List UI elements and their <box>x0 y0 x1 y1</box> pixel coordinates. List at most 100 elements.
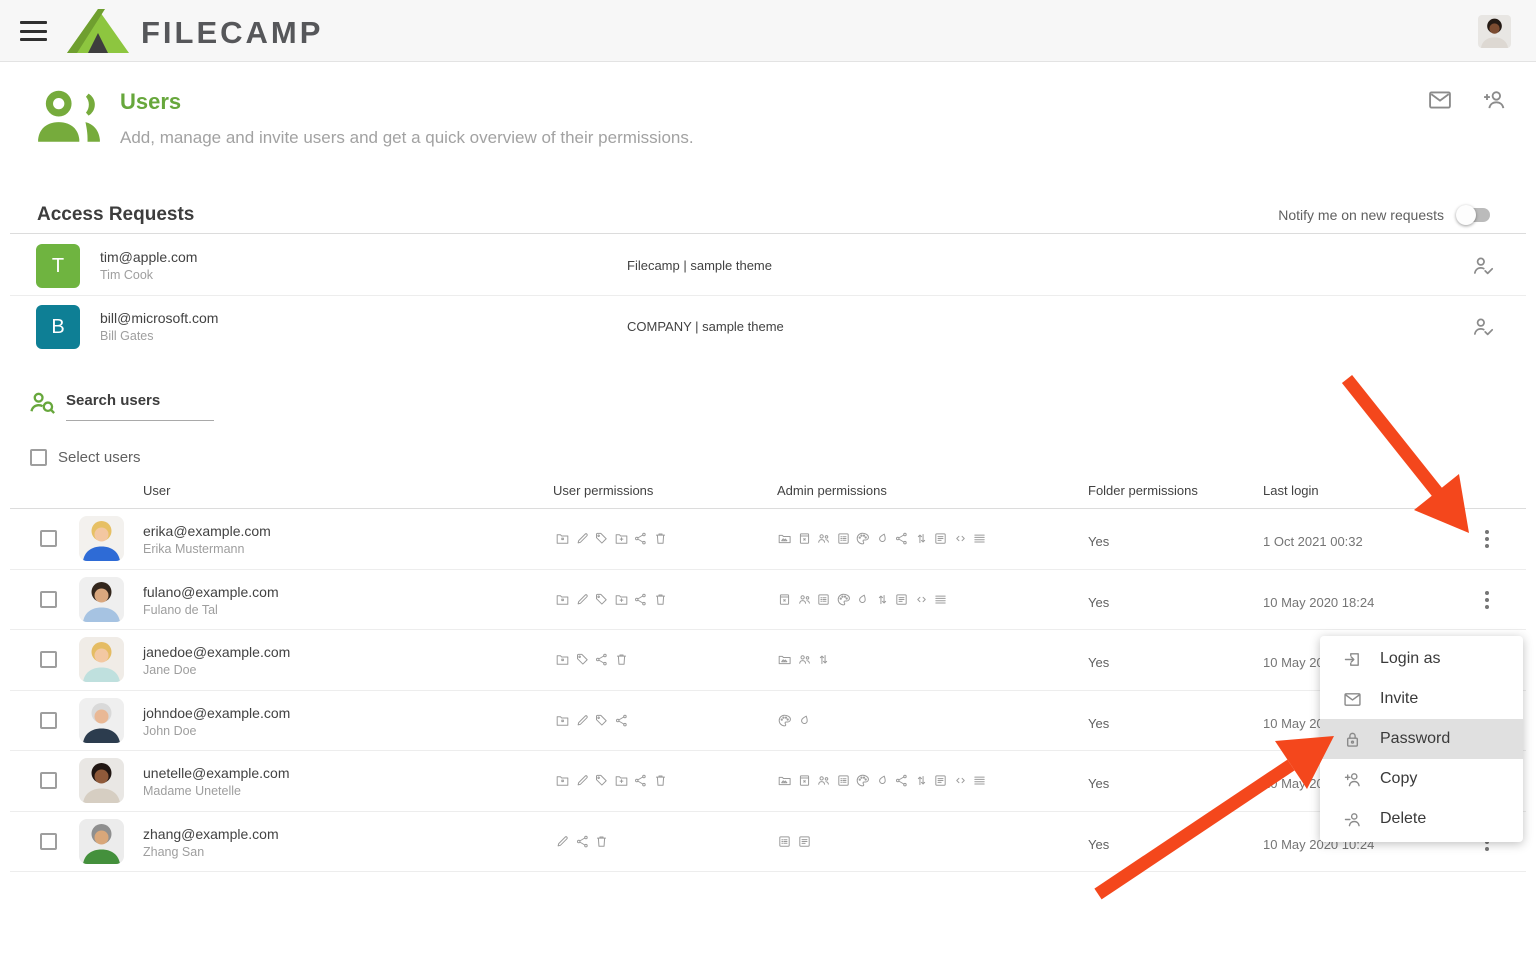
delete-icon <box>594 834 609 849</box>
select-users-checkbox[interactable] <box>30 449 47 466</box>
menu-item-label: Password <box>1380 730 1450 748</box>
delete-icon <box>614 652 629 667</box>
request-theme: Filecamp | sample theme <box>627 258 772 273</box>
row-checkbox[interactable] <box>40 833 57 850</box>
user-table-row: fulano@example.com Fulano de Tal Yes 10 … <box>10 570 1526 631</box>
access-request-row: T tim@apple.com Tim Cook Filecamp | samp… <box>10 236 1526 296</box>
search-input-label: Search users <box>66 392 160 409</box>
ink-icon <box>855 592 870 607</box>
doc-icon <box>933 773 948 788</box>
share-icon <box>575 834 590 849</box>
filecamp-tent-icon <box>67 9 129 53</box>
edit-icon <box>575 531 590 546</box>
request-name: Bill Gates <box>100 329 154 343</box>
folder-permissions-value: Yes <box>1088 595 1109 610</box>
ink-icon <box>875 773 890 788</box>
row-checkbox[interactable] <box>40 591 57 608</box>
approve-user-icon[interactable] <box>1470 253 1496 279</box>
code-icon <box>953 531 968 546</box>
folder-add-icon <box>614 773 629 788</box>
folder-permissions-value: Yes <box>1088 534 1109 549</box>
avatar-image <box>79 637 124 682</box>
menu-icon <box>972 773 987 788</box>
approve-icon <box>1470 314 1496 340</box>
user-permissions-icons <box>555 652 629 667</box>
delete-icon <box>653 592 668 607</box>
row-checkbox[interactable] <box>40 772 57 789</box>
folder-add-icon <box>614 531 629 546</box>
filecamp-logo: FILECAMP <box>67 9 323 53</box>
hamburger-menu-icon[interactable] <box>20 21 47 41</box>
share-icon <box>633 592 648 607</box>
share-icon <box>633 531 648 546</box>
access-requests-title: Access Requests <box>37 204 194 226</box>
menu-item-label: Invite <box>1380 690 1418 708</box>
menu-item-password[interactable]: Password <box>1320 719 1523 759</box>
ink-icon <box>797 713 812 728</box>
mail-icon <box>1342 689 1363 710</box>
media-icon <box>777 531 792 546</box>
last-login-value: 1 Oct 2021 00:32 <box>1263 534 1363 549</box>
edit-icon <box>575 592 590 607</box>
share-icon <box>614 713 629 728</box>
admin-permissions-icons <box>777 773 987 788</box>
label-icon <box>594 592 609 607</box>
user-permissions-icons <box>555 773 668 788</box>
user-name: Erika Mustermann <box>143 542 244 556</box>
code-icon <box>953 773 968 788</box>
row-checkbox[interactable] <box>40 530 57 547</box>
column-header-admin-permissions: Admin permissions <box>777 483 887 498</box>
menu-item-login-as[interactable]: Login as <box>1320 639 1523 679</box>
add-user-icon[interactable] <box>1480 86 1508 114</box>
search-users-icon <box>27 388 58 419</box>
menu-item-label: Login as <box>1380 650 1441 668</box>
notify-toggle[interactable] <box>1456 205 1492 225</box>
avatar-image <box>79 758 124 803</box>
request-email: tim@apple.com <box>100 249 197 265</box>
search-input[interactable]: Search users <box>66 388 214 421</box>
admin-permissions-icons <box>777 713 812 728</box>
archive-icon <box>777 592 792 607</box>
last-login-value: 10 May 20 <box>1263 716 1324 731</box>
edit-icon <box>575 773 590 788</box>
last-login-value: 10 May 20 <box>1263 776 1324 791</box>
user-table-rows: erika@example.com Erika Mustermann Yes 1… <box>0 509 1536 872</box>
palette-icon <box>777 713 792 728</box>
user-table-row: erika@example.com Erika Mustermann Yes 1… <box>10 509 1526 570</box>
column-header-user-permissions: User permissions <box>553 483 653 498</box>
share-icon <box>894 773 909 788</box>
page-title: Users <box>120 89 181 115</box>
user-permissions-icons <box>555 531 668 546</box>
menu-item-delete[interactable]: Delete <box>1320 799 1523 839</box>
invite-mail-icon[interactable] <box>1426 86 1454 114</box>
row-actions-kebab[interactable] <box>1478 589 1496 611</box>
request-email: bill@microsoft.com <box>100 310 218 326</box>
menu-item-copy[interactable]: Copy <box>1320 759 1523 799</box>
user-name: John Doe <box>143 724 197 738</box>
row-checkbox[interactable] <box>40 651 57 668</box>
account-avatar[interactable] <box>1478 15 1511 48</box>
folder-icon <box>555 592 570 607</box>
user-email: zhang@example.com <box>143 826 279 842</box>
request-initial-badge: B <box>36 305 80 349</box>
row-checkbox[interactable] <box>40 712 57 729</box>
sort-icon <box>875 592 890 607</box>
menu-item-invite[interactable]: Invite <box>1320 679 1523 719</box>
folder-icon <box>555 773 570 788</box>
lock-icon <box>1342 729 1363 750</box>
user-permissions-icons <box>555 713 629 728</box>
folder-permissions-value: Yes <box>1088 837 1109 852</box>
user-email: johndoe@example.com <box>143 705 290 721</box>
user-name: Fulano de Tal <box>143 603 218 617</box>
user-permissions-icons <box>555 592 668 607</box>
palette-icon <box>855 773 870 788</box>
top-bar: FILECAMP <box>0 0 1536 62</box>
label-icon <box>594 773 609 788</box>
edit-icon <box>555 834 570 849</box>
media-icon <box>777 773 792 788</box>
menu-icon <box>933 592 948 607</box>
request-initial-badge: T <box>36 244 80 288</box>
users-icon <box>797 592 812 607</box>
approve-user-icon[interactable] <box>1470 314 1496 340</box>
row-actions-kebab[interactable] <box>1478 528 1496 550</box>
